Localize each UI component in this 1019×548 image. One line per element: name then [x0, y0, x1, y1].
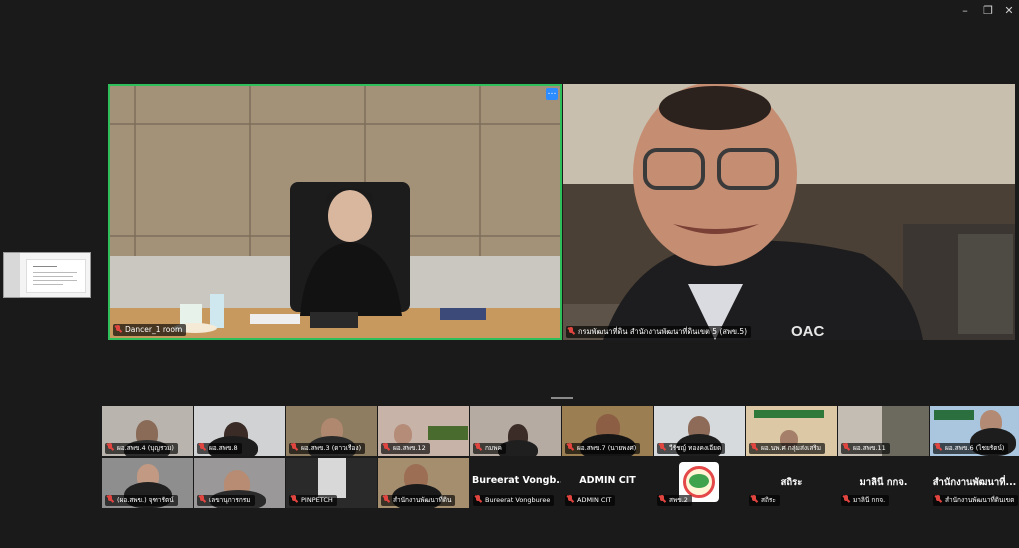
mic-muted-icon — [475, 443, 482, 451]
participant-nameplate: ADMIN CIT — [565, 495, 616, 506]
main-video-active-speaker[interactable]: … Dancer_1 room — [108, 84, 562, 340]
mic-muted-icon — [567, 495, 574, 503]
conference-room-scene — [110, 86, 560, 338]
gallery-tile-no-video[interactable]: สพข.2 — [654, 458, 745, 508]
participant-nameplate: PINPETCH — [289, 495, 337, 506]
participant-nameplate: (ผอ.สพข.) จุฑารัตน์ — [105, 495, 178, 506]
gallery-tile[interactable]: สำนักงานพัฒนาที่ดิน — [378, 458, 469, 508]
mic-muted-icon — [107, 495, 114, 503]
mic-muted-icon — [107, 443, 114, 451]
mic-muted-icon — [935, 495, 942, 503]
participant-nameplate: Dancer_1 room — [113, 324, 187, 336]
mic-muted-icon — [843, 443, 850, 451]
mic-muted-icon — [383, 495, 390, 503]
gallery-tile[interactable]: ผอ.สพข.3 (ดาวเรือง) — [286, 406, 377, 456]
participant-nameplate: กรมพัฒนาที่ดิน สำนักงานพัฒนาที่ดินเขต 5 … — [566, 326, 752, 338]
participant-nameplate: Bureerat Vongburee — [473, 495, 555, 506]
mic-muted-icon — [115, 325, 122, 333]
restore-icon[interactable]: ❐ — [980, 3, 996, 19]
participant-scene: OAC — [563, 84, 1015, 340]
mic-muted-icon — [568, 327, 575, 335]
mic-muted-icon — [199, 495, 206, 503]
participant-nameplate: ผอ.สพข.12 — [381, 443, 430, 454]
title-bar: – ❐ ✕ — [0, 0, 1019, 22]
gallery-tile[interactable]: เลขานุการกรม — [194, 458, 285, 508]
participant-nameplate: มาลินี กกจ. — [841, 495, 890, 506]
participant-display-name: Bureerat Vongb... — [472, 475, 561, 486]
participant-nameplate: กมพค — [473, 443, 506, 454]
gallery-tile[interactable]: ผอ.สพข.4 (บุญรวม) — [102, 406, 193, 456]
gallery-tile-no-video[interactable]: มาลินี กกจ. มาลินี กกจ. — [838, 458, 929, 508]
participant-nameplate: ผอ.สพข.8 — [197, 443, 242, 454]
gallery-tile[interactable]: (ผอ.สพข.) จุฑารัตน์ — [102, 458, 193, 508]
mic-muted-icon — [843, 495, 850, 503]
mic-muted-icon — [659, 443, 666, 451]
gallery-tile-no-video[interactable]: สถิระ สถิระ — [746, 458, 837, 508]
close-icon[interactable]: ✕ — [1001, 3, 1017, 19]
participant-nameplate: สำนักงานพัฒนาที่ดินเขต — [933, 495, 1019, 506]
mic-muted-icon — [659, 495, 666, 503]
participant-nameplate: ผอ.นพ.ศ กลุ่มส่งเสริม — [749, 443, 826, 454]
participant-name: Dancer_1 room — [125, 325, 183, 334]
gallery-tile[interactable]: ผอ.สพข.8 — [194, 406, 285, 456]
more-options-button[interactable]: … — [546, 88, 558, 100]
gallery-tile-no-video[interactable]: Bureerat Vongb... Bureerat Vongburee — [470, 458, 561, 508]
participant-nameplate: ผอ.สพข.7 (นายพงศ) — [565, 443, 641, 454]
participant-display-name: ADMIN CIT — [579, 475, 636, 486]
participant-nameplate: ผอ.สพข.4 (บุญรวม) — [105, 443, 178, 454]
gallery-tile[interactable]: ผอ.สพข.6 (ไชยรัตน์) — [930, 406, 1019, 456]
gallery-tile[interactable]: วีรัชญ์ ทองคงเอียด — [654, 406, 745, 456]
svg-text:OAC: OAC — [791, 323, 825, 340]
gallery-tile[interactable]: ผอ.นพ.ศ กลุ่มส่งเสริม — [746, 406, 837, 456]
participant-nameplate: เลขานุการกรม — [197, 495, 255, 506]
participant-nameplate: ผอ.สพข.3 (ดาวเรือง) — [289, 443, 366, 454]
mic-muted-icon — [291, 443, 298, 451]
participant-nameplate: ผอ.สพข.6 (ไชยรัตน์) — [933, 443, 1009, 454]
mic-muted-icon — [383, 443, 390, 451]
mic-muted-icon — [199, 443, 206, 451]
participant-display-name: สถิระ — [780, 477, 803, 488]
participant-name: กรมพัฒนาที่ดิน สำนักงานพัฒนาที่ดินเขต 5 … — [578, 327, 748, 336]
minimize-icon[interactable]: – — [957, 3, 973, 19]
gallery-tile[interactable]: PINPETCH — [286, 458, 377, 508]
participant-nameplate: สถิระ — [749, 495, 780, 506]
participant-display-name: สำนักงานพัฒนาที่... — [932, 477, 1017, 488]
participant-nameplate: สพข.2 — [657, 495, 692, 506]
main-video-participant[interactable]: OAC กรมพัฒนาที่ดิน สำนักงานพัฒนาที่ดินเข… — [563, 84, 1015, 340]
shared-screen-thumbnail[interactable] — [3, 252, 91, 298]
participant-nameplate: ผอ.สพข.11 — [841, 443, 890, 454]
mic-muted-icon — [567, 443, 574, 451]
mic-muted-icon — [751, 495, 758, 503]
participant-nameplate: สำนักงานพัฒนาที่ดิน — [381, 495, 456, 506]
gallery-tile[interactable]: ผอ.สพข.11 — [838, 406, 929, 456]
participant-nameplate: วีรัชญ์ ทองคงเอียด — [657, 443, 726, 454]
gallery-tile[interactable]: ผอ.สพข.12 — [378, 406, 469, 456]
gallery-tile[interactable]: ผอ.สพข.7 (นายพงศ) — [562, 406, 653, 456]
document-sidebar — [4, 253, 20, 297]
document-page — [26, 259, 86, 293]
gallery-tile-no-video[interactable]: สำนักงานพัฒนาที่... สำนักงานพัฒนาที่ดินเ… — [930, 458, 1019, 508]
mic-muted-icon — [751, 443, 758, 451]
mic-muted-icon — [475, 495, 482, 503]
participant-display-name: มาลินี กกจ. — [859, 477, 908, 488]
mic-muted-icon — [291, 495, 298, 503]
mic-muted-icon — [935, 443, 942, 451]
gallery-tile[interactable]: กมพค — [470, 406, 561, 456]
gallery-page-indicator[interactable] — [551, 397, 573, 399]
gallery-tile-no-video[interactable]: ADMIN CIT ADMIN CIT — [562, 458, 653, 508]
